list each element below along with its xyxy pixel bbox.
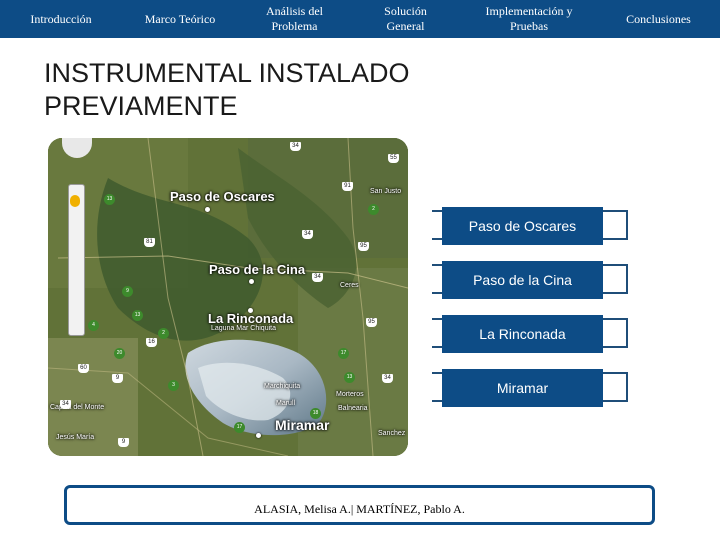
station-box-miramar: Miramar (432, 369, 628, 407)
route-marker-icon: 20 (114, 348, 125, 359)
road-shield-icon: 95 (366, 318, 377, 327)
tab-label: Introducción (30, 11, 92, 26)
station-marker[interactable] (248, 308, 253, 313)
satellite-map[interactable]: Paso de Oscares Paso de la Cina La Rinco… (48, 138, 408, 456)
route-marker-icon: 13 (104, 194, 115, 205)
road-shield-icon: 34 (302, 230, 313, 239)
route-marker-icon: 13 (344, 372, 355, 383)
place-label: Capilla del Monte (50, 404, 105, 411)
place-label: Balnearia (338, 405, 368, 412)
place-label: Ceres (340, 282, 359, 289)
route-marker-icon: 2 (368, 204, 379, 215)
tab-introduccion[interactable]: Introducción (0, 0, 122, 38)
street-view-pegman-icon[interactable] (70, 195, 80, 207)
tab-label: Análisis del Problema (266, 4, 323, 33)
place-label: Morteros (336, 391, 364, 398)
road-shield-icon: 34 (60, 400, 71, 409)
tab-marco-teorico[interactable]: Marco Teórico (121, 0, 239, 38)
road-shield-icon: 34 (290, 142, 301, 151)
station-marker[interactable] (256, 433, 261, 438)
station-label: Paso de la Cina (442, 261, 603, 299)
station-box-paso-de-la-cina: Paso de la Cina (432, 261, 628, 299)
road-shield-icon: 81 (144, 238, 155, 247)
road-shield-icon: 9 (112, 374, 123, 383)
station-label: Paso de Oscares (442, 207, 603, 245)
tab-label: Marco Teórico (144, 11, 216, 26)
road-shield-icon: 91 (342, 182, 353, 191)
place-label: Paso de la Cina (209, 262, 306, 277)
tab-solucion-general[interactable]: Solución General (350, 0, 461, 38)
tab-label: Conclusiones (626, 11, 691, 26)
footer-authors: ALASIA, Melisa A.| MARTÍNEZ, Pablo A. (254, 502, 465, 516)
place-label: Jesús María (56, 434, 95, 441)
tab-label: Implementación y Pruebas (485, 4, 573, 33)
road-shield-icon: 55 (388, 154, 399, 163)
place-label: San Justo (370, 188, 402, 195)
route-marker-icon: 3 (168, 380, 179, 391)
zoom-slider[interactable] (68, 184, 85, 336)
page-title: INSTRUMENTAL INSTALADO PREVIAMENTE (44, 58, 410, 121)
place-label: Miramar (275, 417, 330, 433)
road-shield-icon: 60 (78, 364, 89, 373)
station-box-paso-de-oscares: Paso de Oscares (432, 207, 628, 245)
road-shield-icon: 16 (146, 338, 157, 347)
tab-implementacion-y-pruebas[interactable]: Implementación y Pruebas (460, 0, 598, 38)
footer-authors-box: ALASIA, Melisa A.| MARTÍNEZ, Pablo A. (64, 485, 655, 525)
road-shield-icon: 34 (382, 374, 393, 383)
tab-analisis-del-problema[interactable]: Análisis del Problema (238, 0, 351, 38)
place-label: Laguna Mar Chiquita (211, 325, 276, 332)
road-shield-icon: 9 (118, 438, 129, 447)
road-shield-icon: 95 (358, 242, 369, 251)
road-shield-icon: 34 (312, 273, 323, 282)
tab-conclusiones[interactable]: Conclusiones (597, 0, 720, 38)
route-marker-icon: 4 (88, 320, 99, 331)
place-label: Marchiquita (264, 383, 301, 390)
station-box-la-rinconada: La Rinconada (432, 315, 628, 353)
route-marker-icon: 18 (310, 408, 321, 419)
route-marker-icon: 17 (234, 422, 245, 433)
station-marker[interactable] (205, 207, 210, 212)
place-label: Paso de Oscares (170, 189, 275, 204)
station-label: Miramar (442, 369, 603, 407)
place-label: Marull (276, 400, 296, 407)
route-marker-icon: 9 (122, 286, 133, 297)
top-navigation: Introducción Marco Teórico Análisis del … (0, 0, 720, 38)
route-marker-icon: 2 (158, 328, 169, 339)
tab-label: Solución General (384, 4, 427, 33)
place-label: Sanchez (378, 430, 406, 437)
station-marker[interactable] (249, 279, 254, 284)
route-marker-icon: 13 (132, 310, 143, 321)
place-label: La Rinconada (208, 311, 294, 326)
route-marker-icon: 17 (338, 348, 349, 359)
station-label: La Rinconada (442, 315, 603, 353)
